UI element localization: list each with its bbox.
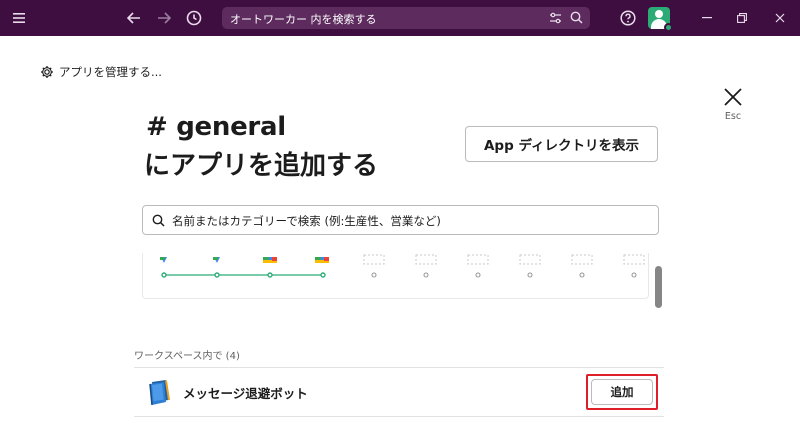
- close-icon[interactable]: [770, 0, 790, 36]
- forward-arrow-icon[interactable]: [154, 0, 174, 36]
- help-icon[interactable]: [618, 0, 638, 36]
- add-button-highlight: 追加: [586, 374, 658, 410]
- minimize-icon[interactable]: [697, 0, 717, 36]
- app-directory-button[interactable]: App ディレクトリを表示: [465, 126, 658, 162]
- page-title: にアプリを追加する: [144, 151, 379, 181]
- menu-icon[interactable]: [10, 0, 28, 36]
- history-icon[interactable]: [184, 0, 204, 36]
- filter-icon[interactable]: [549, 12, 562, 24]
- scrollbar[interactable]: [655, 266, 662, 308]
- app-search-placeholder: 名前またはカテゴリーで検索 (例:生産性、営業など): [172, 214, 441, 228]
- divider: [134, 416, 664, 417]
- back-arrow-icon[interactable]: [124, 0, 144, 36]
- workspace-search-input[interactable]: オートワーカー 内を検索する: [222, 7, 590, 29]
- workspace-search-text: オートワーカー 内を検索する: [230, 13, 377, 26]
- title-bar: オートワーカー 内を検索する: [0, 0, 800, 36]
- search-icon: [152, 214, 165, 227]
- manage-apps-link[interactable]: アプリを管理する...: [40, 64, 162, 80]
- close-dialog-icon[interactable]: [722, 86, 744, 108]
- section-label: ワークスペース内で (4): [134, 351, 240, 362]
- manage-apps-label: アプリを管理する...: [59, 65, 162, 79]
- esc-label: Esc: [724, 111, 742, 122]
- status-indicator: [664, 23, 673, 32]
- add-button[interactable]: 追加: [591, 379, 653, 405]
- list-item: メッセージ退避ボット 追加: [134, 368, 664, 416]
- app-suggestions-carousel: [142, 253, 649, 299]
- restore-icon[interactable]: [732, 0, 752, 36]
- channel-name: # general: [146, 112, 286, 142]
- app-name: メッセージ退避ボット: [183, 386, 308, 401]
- book-icon: [149, 380, 170, 406]
- gear-icon: [41, 66, 53, 78]
- search-icon[interactable]: [570, 11, 583, 24]
- app-search-field[interactable]: 名前またはカテゴリーで検索 (例:生産性、営業など): [142, 205, 659, 235]
